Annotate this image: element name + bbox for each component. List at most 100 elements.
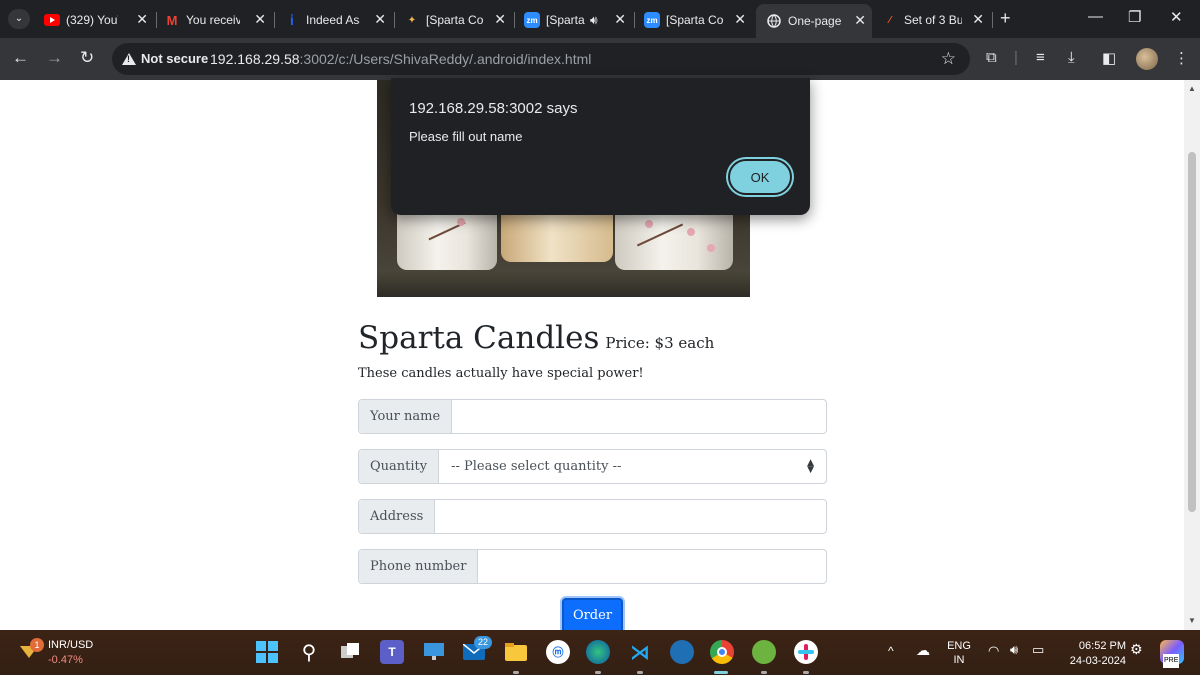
tab-sparta-zoom[interactable]: zm [Sparta Co ✕ — [644, 6, 752, 34]
copilot-icon[interactable]: PRE — [1160, 640, 1184, 668]
close-icon[interactable]: ✕ — [614, 11, 626, 28]
address-bar[interactable]: Not secure 192.168.29.58:3002/c:/Users/S… — [112, 43, 970, 75]
gmail-icon: M — [166, 12, 178, 28]
new-tab-button[interactable]: + — [1000, 8, 1011, 29]
scrollbar-thumb[interactable] — [1188, 152, 1196, 512]
chrome-icon[interactable] — [710, 640, 734, 664]
address-input-group: Address — [358, 499, 827, 534]
teams-icon[interactable]: T — [380, 640, 404, 664]
tab-divider — [992, 12, 993, 28]
wifi-icon[interactable]: ◠ — [988, 644, 999, 658]
tab-gmail[interactable]: M You receive ✕ — [164, 6, 272, 34]
clock[interactable]: 06:52 PM 24-03-2024 — [1060, 639, 1126, 669]
file-explorer-icon[interactable] — [504, 640, 528, 664]
not-secure-label: Not secure — [141, 51, 209, 66]
tab-one-page-active[interactable]: One-page ✕ — [756, 4, 872, 38]
slack-icon[interactable] — [794, 640, 818, 664]
media-control-icon[interactable]: ≡ — [1036, 49, 1045, 66]
speaker-icon[interactable]: 🔊︎ — [590, 13, 598, 28]
start-button[interactable] — [255, 640, 279, 664]
tab-sparta-zoom-audio[interactable]: zm [Sparta 🔊︎ ✕ — [524, 6, 632, 34]
toolbar-divider: | — [1014, 49, 1018, 66]
zoom-icon: zm — [524, 12, 540, 28]
close-icon[interactable]: ✕ — [494, 11, 506, 28]
close-icon[interactable]: ✕ — [734, 11, 746, 28]
tab-divider — [274, 12, 275, 28]
address-label: Address — [359, 500, 436, 533]
quantity-input-group: Quantity -- Please select quantity -- ▲ ▼ — [358, 449, 827, 484]
tab-title: (329) YouT — [66, 13, 118, 27]
forward-button[interactable]: → — [46, 48, 63, 68]
bookmark-star-icon[interactable]: ☆ — [941, 49, 956, 69]
url-text[interactable]: 192.168.29.58:3002/c:/Users/ShivaReddy/.… — [210, 51, 591, 67]
tab-set-of-3[interactable]: ⁄ Set of 3 Bu ✕ — [882, 6, 990, 34]
tab-indeed[interactable]: ἰ Indeed Ass ✕ — [284, 6, 392, 34]
tab-search-button[interactable]: ⌄ — [8, 9, 30, 29]
running-indicator — [637, 671, 643, 674]
windows-taskbar: 1 INR/USD -0.47% ⚲ T 22 ⓜ ⋊ ^ ☁ ENG IN ◠… — [0, 630, 1200, 675]
tab-youtube[interactable]: (329) YouT ✕ — [44, 6, 154, 34]
close-icon[interactable]: ✕ — [254, 11, 266, 28]
copilot-badge: PRE — [1163, 654, 1180, 668]
phone-input[interactable] — [478, 550, 826, 583]
running-indicator — [803, 671, 809, 674]
language-line2: IN — [953, 654, 965, 666]
more-menu-icon[interactable]: ⋮ — [1174, 49, 1189, 67]
order-button[interactable]: Order — [562, 598, 623, 630]
name-input[interactable] — [452, 400, 826, 433]
cloud-icon[interactable]: ☁ — [916, 643, 930, 657]
app-circle-icon[interactable]: ⓜ — [546, 640, 570, 664]
scroll-down-icon[interactable]: ▼ — [1188, 616, 1196, 625]
back-button[interactable]: ← — [12, 48, 29, 68]
clock-time: 06:52 PM — [1078, 640, 1126, 652]
task-view-icon[interactable] — [339, 640, 363, 664]
spring-icon[interactable] — [752, 640, 776, 664]
battery-icon[interactable]: ▭ — [1032, 643, 1044, 657]
desktop-app-icon[interactable] — [422, 640, 446, 664]
close-icon[interactable]: ✕ — [136, 11, 148, 28]
dialog-ok-button[interactable]: OK — [728, 159, 792, 195]
tab-sparta-1[interactable]: ✦ [Sparta Co ✕ — [404, 6, 512, 34]
phone-input-group: Phone number — [358, 549, 827, 584]
reload-button[interactable]: ↻ — [80, 48, 94, 68]
price-label: Price: $3 each — [605, 334, 715, 352]
browser-toolbar: ← → ↻ Not secure 192.168.29.58:3002/c:/U… — [0, 38, 1200, 80]
stock-widget[interactable]: 1 INR/USD -0.47% — [18, 638, 93, 668]
running-indicator-active — [714, 671, 728, 674]
close-icon[interactable]: ✕ — [374, 11, 386, 28]
quantity-select[interactable]: -- Please select quantity -- ▲ ▼ — [439, 450, 826, 483]
vscode-icon[interactable]: ⋊ — [628, 640, 652, 664]
sparta-icon: ✦ — [407, 14, 417, 26]
site-info-button[interactable]: Not secure — [122, 51, 208, 66]
name-input-group: Your name — [358, 399, 827, 434]
language-indicator[interactable]: ENG IN — [944, 639, 974, 667]
arrow-left-icon: ← — [12, 48, 29, 67]
download-icon[interactable]: ⤓ — [1068, 49, 1075, 66]
side-panel-icon[interactable]: ◧ — [1102, 49, 1116, 67]
reload-icon: ↻ — [80, 48, 95, 67]
notifications-icon[interactable]: ⚙ — [1130, 642, 1143, 656]
close-icon[interactable]: ✕ — [972, 11, 984, 28]
page-title: Sparta Candles — [358, 320, 600, 356]
tab-divider — [394, 12, 395, 28]
image-reflection — [377, 270, 750, 297]
app-blue-icon[interactable] — [670, 640, 694, 664]
extensions-icon[interactable]: ⧉ — [986, 49, 997, 66]
edge-icon[interactable] — [586, 640, 610, 664]
address-input[interactable] — [435, 500, 826, 533]
tab-title: One-page — [788, 14, 842, 28]
profile-avatar[interactable] — [1136, 48, 1158, 70]
scroll-up-icon[interactable]: ▲ — [1188, 84, 1196, 93]
tab-title: [Sparta Co — [666, 13, 724, 27]
minimize-button[interactable]: — — [1088, 8, 1103, 25]
volume-icon[interactable]: 🔊︎ — [1010, 643, 1018, 657]
name-label: Your name — [359, 400, 453, 433]
quantity-selected-value: -- Please select quantity -- — [451, 459, 622, 474]
close-icon[interactable]: ✕ — [854, 12, 866, 29]
search-icon[interactable]: ⚲ — [297, 640, 321, 664]
restore-button[interactable]: ❐ — [1128, 8, 1141, 26]
widget-badge: 1 — [30, 638, 44, 652]
page-scrollbar[interactable]: ▲ ▼ — [1184, 80, 1200, 630]
chevron-up-icon[interactable]: ^ — [888, 644, 894, 658]
close-window-button[interactable]: ✕ — [1170, 8, 1183, 26]
